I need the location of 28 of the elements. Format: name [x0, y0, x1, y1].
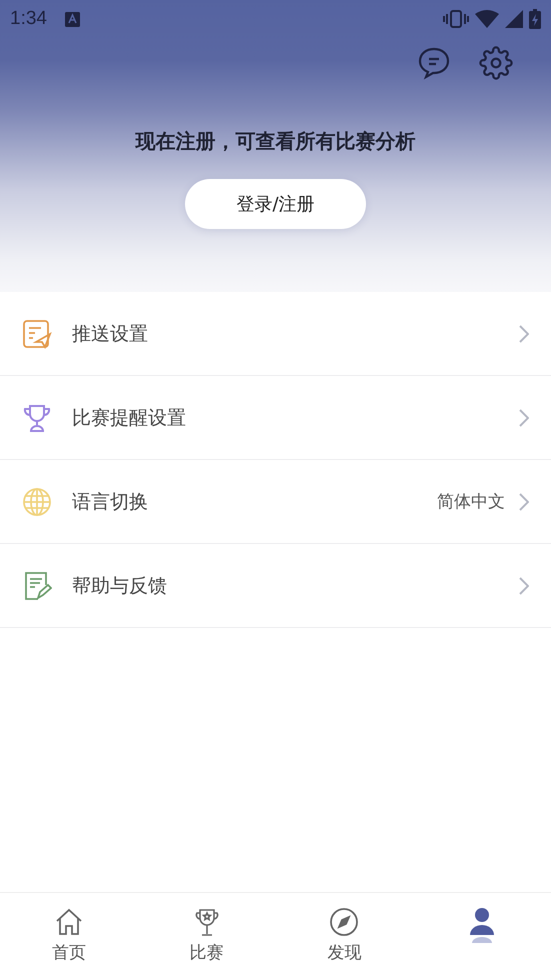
keyboard-notification-icon: [64, 12, 80, 26]
menu-label: 比赛提醒设置: [72, 406, 187, 430]
chevron-right-icon: [519, 492, 529, 510]
globe-icon: [22, 486, 52, 516]
nav-tab[interactable]: 发现: [276, 893, 414, 979]
menu-value: 简体中文: [437, 491, 505, 513]
signal-icon: [505, 10, 523, 28]
home-icon: [54, 907, 84, 937]
message-icon[interactable]: [417, 46, 451, 80]
chevron-right-icon: [519, 408, 529, 426]
chevron-right-icon: [519, 324, 529, 342]
status-time: 1:34: [10, 8, 47, 30]
feedback-icon: [22, 570, 52, 600]
settings-icon[interactable]: [479, 46, 513, 80]
trophy-icon: [22, 402, 52, 432]
menu-label: 推送设置: [72, 322, 149, 346]
register-prompt: 现在注册，可查看所有比赛分析: [134, 128, 416, 155]
chevron-right-icon: [519, 576, 529, 594]
menu-label: 语言切换: [72, 490, 149, 514]
menu-label: 帮助与反馈: [72, 574, 168, 598]
wifi-icon: [475, 10, 499, 28]
nav-tab[interactable]: 比赛: [138, 893, 276, 979]
nav-tab[interactable]: 首页: [0, 893, 138, 979]
battery-icon: [529, 9, 541, 29]
vibrate-icon: [443, 10, 469, 28]
login-button[interactable]: 登录/注册: [185, 179, 366, 229]
compass-icon: [329, 907, 360, 937]
document-send-icon: [22, 318, 52, 348]
